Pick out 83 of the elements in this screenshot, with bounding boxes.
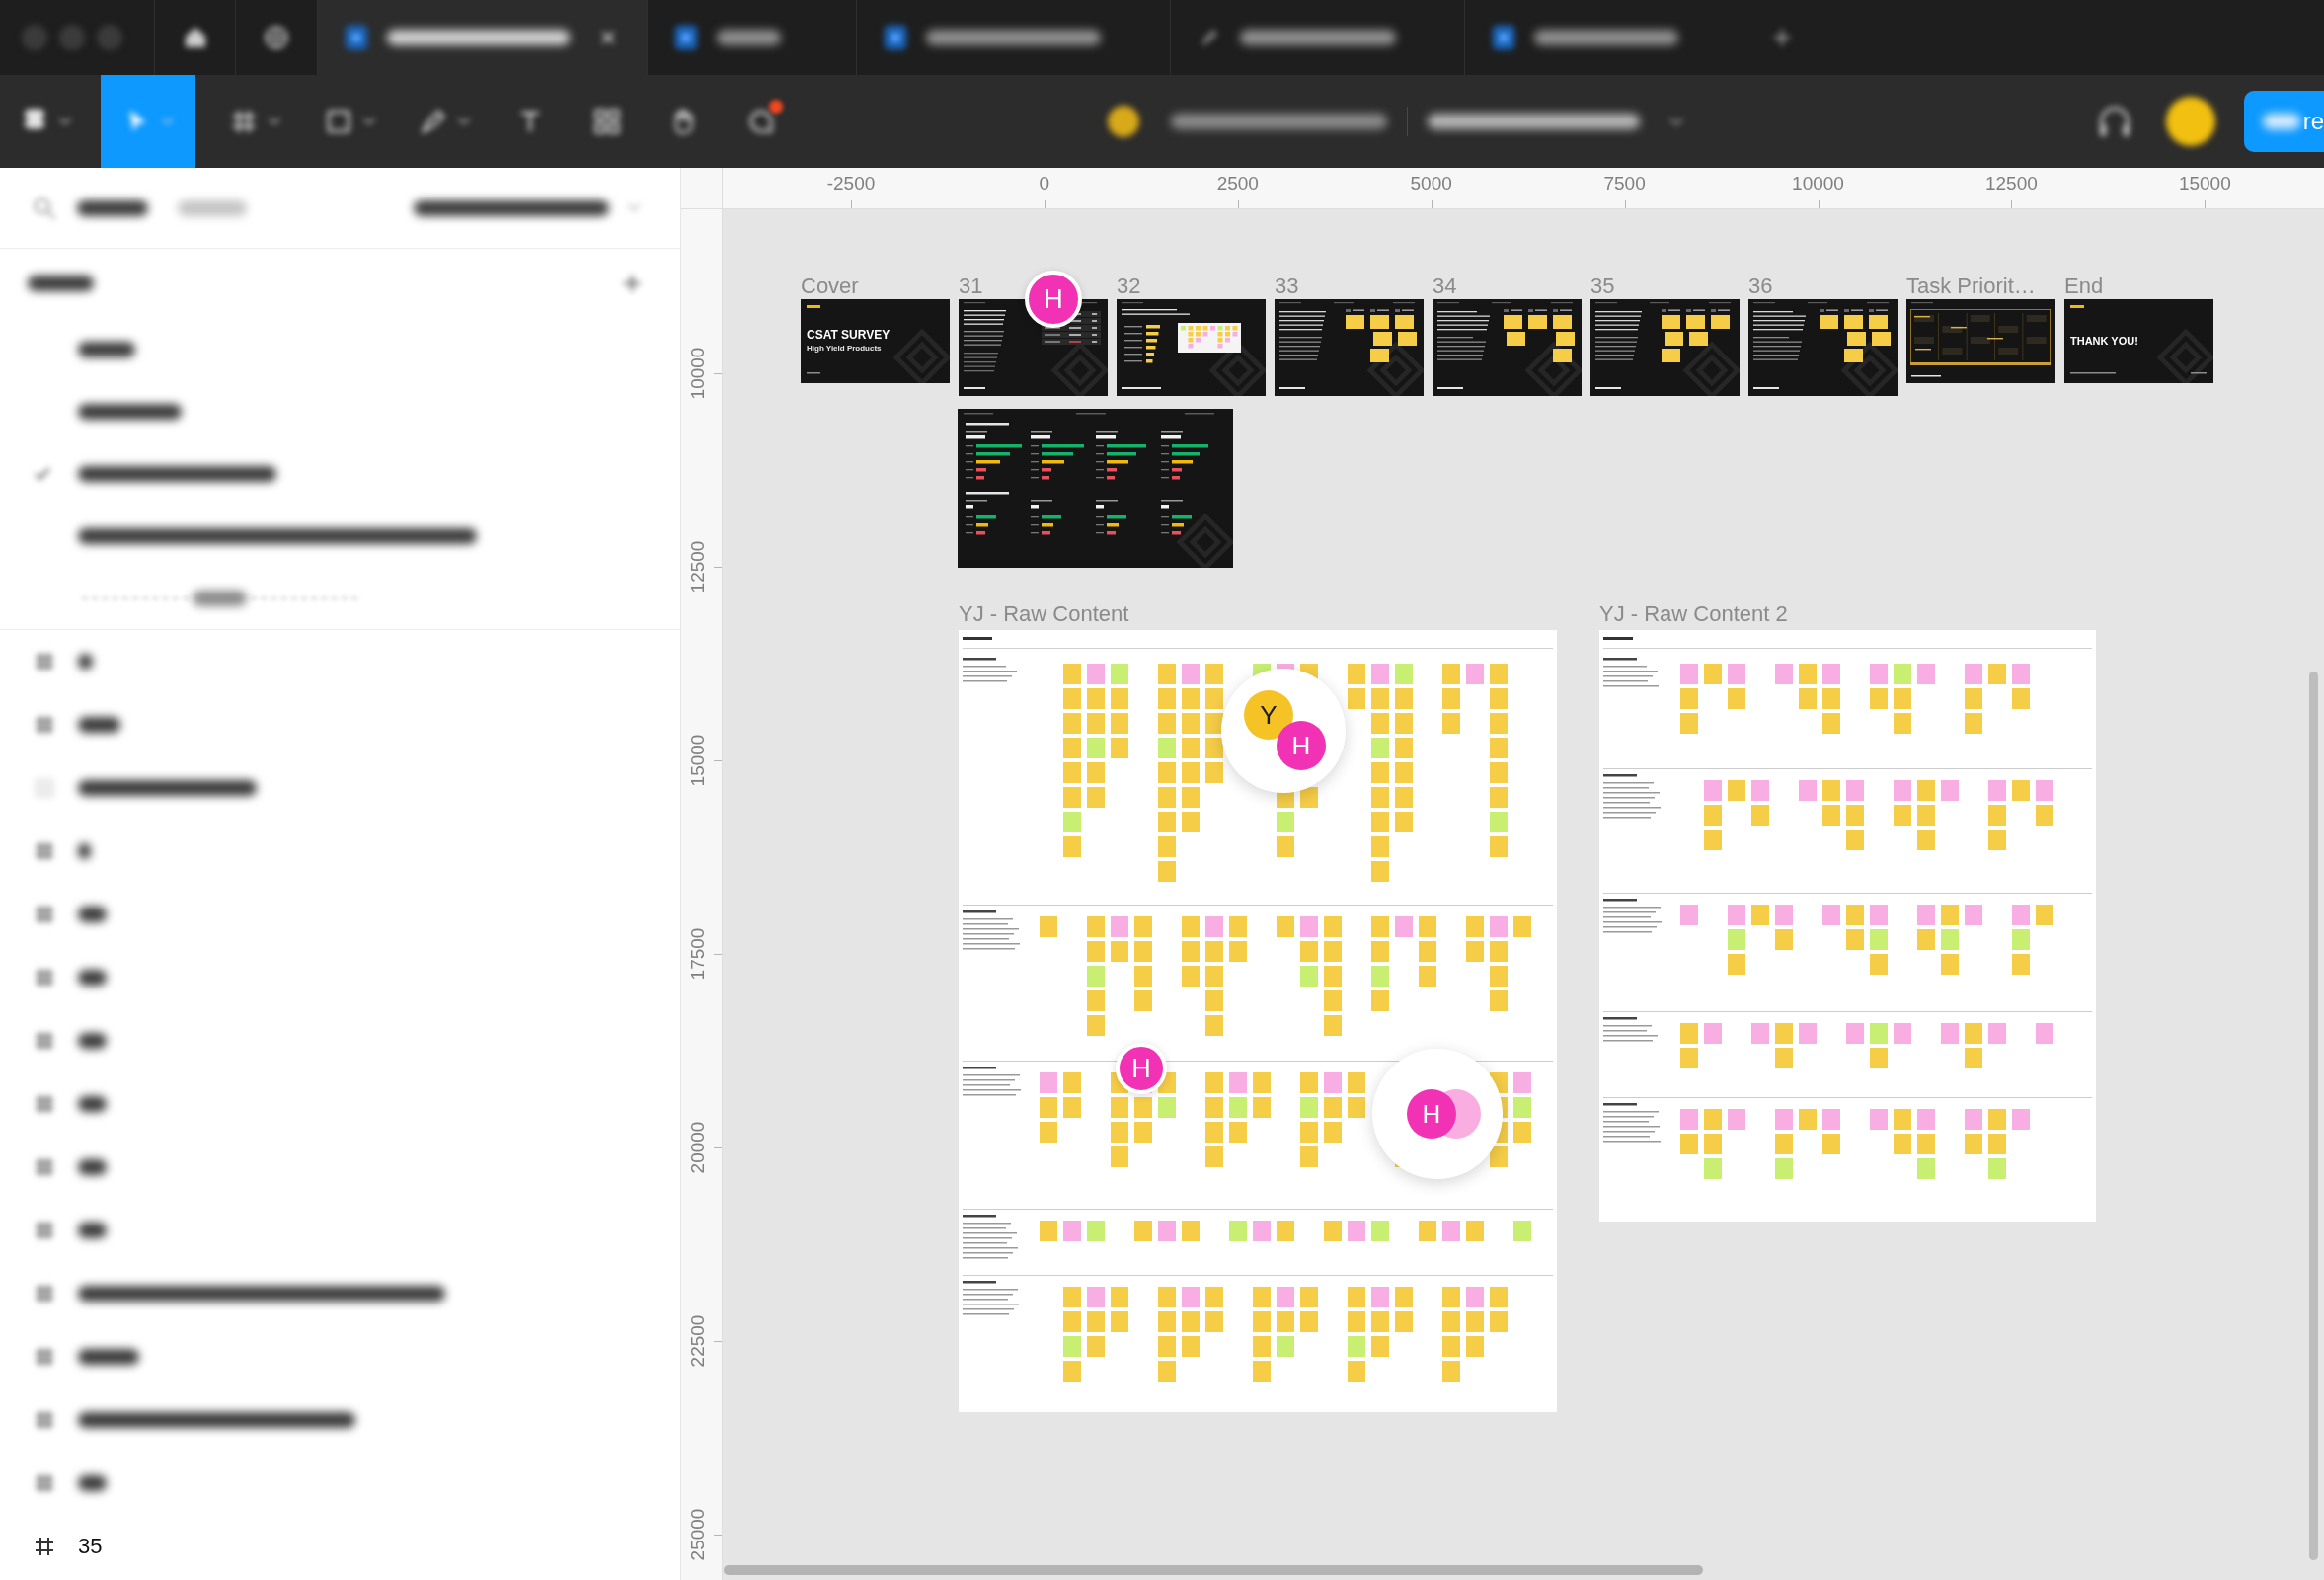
blurred-text[interactable] — [77, 199, 148, 216]
slide-thumbnail[interactable] — [1275, 299, 1424, 396]
plus-icon[interactable] — [1771, 27, 1793, 48]
frame-label[interactable]: Task Priorit… — [1906, 273, 2036, 299]
sticky-notes-board[interactable] — [1599, 630, 2096, 1222]
tab[interactable] — [317, 0, 647, 75]
slide-title: THANK YOU! — [2070, 334, 2138, 348]
hash-icon — [33, 1408, 56, 1432]
ruler-label: 0 — [1039, 173, 1050, 195]
plus-icon[interactable] — [621, 273, 643, 294]
slide-thumbnail[interactable] — [2064, 299, 2213, 383]
caret-icon[interactable] — [59, 118, 71, 125]
slide-thumbnail[interactable] — [1433, 299, 1582, 396]
ruler-label: -2500 — [826, 173, 876, 195]
blurred-text — [2262, 114, 2300, 129]
hash-icon — [33, 839, 56, 863]
ruler-label: 10000 — [1792, 173, 1844, 195]
layer-item[interactable]: 35 — [0, 1515, 680, 1578]
blurred-text[interactable] — [414, 199, 609, 216]
hash-icon — [33, 1029, 56, 1053]
hash-icon — [33, 1219, 56, 1242]
user-avatar: Y — [1244, 690, 1293, 740]
ruler-label: 15000 — [2178, 173, 2231, 195]
slide-title: CSAT SURVEY — [807, 328, 891, 342]
user-avatar: H — [1277, 721, 1326, 770]
window-control-icon[interactable] — [97, 25, 122, 50]
frame-label[interactable]: YJ - Raw Content 2 — [1599, 600, 1788, 628]
ruler-label: 2500 — [1216, 173, 1259, 195]
hash-icon — [33, 1345, 56, 1369]
frame-label[interactable]: Cover — [801, 273, 859, 299]
frame-label[interactable]: YJ - Raw Content — [959, 600, 1129, 628]
components-icon — [592, 107, 622, 136]
hash-icon — [33, 903, 56, 926]
design-canvas[interactable]: Cover CSAT SURVEY High Yield Products 31 32 33 34 35 36 Task Priorit… End THANK YOU! YJ - Raw Content YJ - Raw Content 2 H Y H H H — [723, 209, 2324, 1580]
slide-thumbnail[interactable] — [1117, 299, 1266, 396]
frame-label[interactable]: 36 — [1748, 273, 1773, 299]
close-icon[interactable] — [599, 29, 617, 46]
frame-label[interactable]: 35 — [1590, 273, 1615, 299]
ruler-label: 7500 — [1603, 173, 1646, 195]
layer-name: 35 — [78, 1534, 103, 1559]
horizontal-scrollbar[interactable] — [724, 1565, 1703, 1575]
vertical-scrollbar[interactable] — [2309, 672, 2318, 1560]
caret-icon[interactable] — [363, 118, 375, 125]
caret-icon[interactable] — [458, 118, 470, 125]
ruler-label: 5000 — [1410, 173, 1452, 195]
ruler-label: 15000 — [687, 734, 709, 787]
slide-thumbnail[interactable] — [801, 299, 950, 383]
hash-icon — [33, 1282, 56, 1305]
ruler-label: 10000 — [687, 347, 709, 400]
blurred-text[interactable] — [1428, 114, 1640, 129]
hash-icon — [33, 713, 56, 737]
hash-icon — [33, 966, 56, 989]
slide-subtitle: High Yield Products — [807, 344, 882, 354]
frame-label[interactable]: 31 — [959, 273, 983, 299]
share-button[interactable]: re — [2244, 91, 2324, 152]
slide-thumbnail[interactable] — [1906, 299, 2055, 383]
caret-icon[interactable] — [269, 118, 280, 125]
frame-label[interactable]: 34 — [1433, 273, 1457, 299]
user-avatar: H — [1407, 1089, 1456, 1139]
hash-icon — [33, 1155, 56, 1179]
user-avatar: H — [1025, 271, 1082, 328]
user-avatar[interactable] — [2166, 97, 2215, 146]
ruler-label: 22500 — [687, 1314, 709, 1368]
hash-icon — [33, 650, 56, 673]
chevron-icon[interactable] — [1669, 117, 1683, 126]
slide-thumbnail[interactable] — [1590, 299, 1740, 396]
window-control-icon[interactable] — [22, 25, 47, 50]
hash-icon — [33, 1092, 56, 1116]
frame-label[interactable]: 33 — [1275, 273, 1299, 299]
ruler-label: 20000 — [687, 1121, 709, 1174]
window-control-icon[interactable] — [59, 25, 85, 50]
sticky-notes-board[interactable] — [959, 630, 1557, 1412]
hash-icon — [33, 1471, 56, 1495]
slide-thumbnail[interactable] — [958, 409, 1233, 568]
frame-label[interactable]: End — [2064, 273, 2104, 299]
hash-icon — [33, 1535, 56, 1558]
ruler-label: 12500 — [687, 540, 709, 593]
ruler-label: 12500 — [1984, 173, 2038, 195]
ruler-label: 25000 — [687, 1508, 709, 1561]
frame-label[interactable]: 32 — [1117, 273, 1141, 299]
slide-thumbnail[interactable] — [1748, 299, 1898, 396]
ruler-label: 17500 — [687, 927, 709, 981]
team-icon[interactable] — [1108, 106, 1139, 137]
